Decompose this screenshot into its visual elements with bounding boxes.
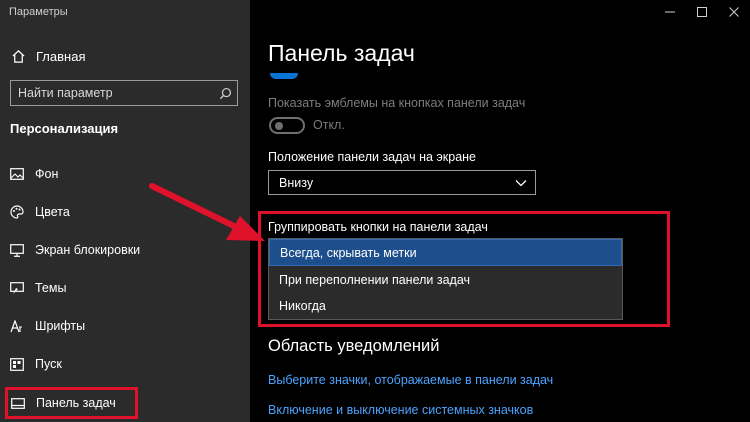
app-title: Параметры — [9, 6, 68, 18]
accent-indicator — [270, 73, 298, 79]
close-button[interactable] — [718, 0, 750, 24]
dropdown-option-always[interactable]: Всегда, скрывать метки — [269, 239, 622, 266]
sidebar-item-label: Цвета — [35, 205, 70, 219]
badges-toggle-state: Откл. — [313, 118, 345, 132]
notification-area-title: Область уведомлений — [268, 337, 440, 355]
search-box[interactable] — [10, 80, 238, 106]
close-icon — [729, 7, 739, 17]
maximize-icon — [697, 7, 707, 17]
sidebar-item-home[interactable]: Главная — [10, 46, 85, 66]
page-title: Панель задач — [268, 40, 415, 66]
sidebar-item-label: Фон — [35, 167, 59, 181]
dropdown-option-never[interactable]: Никогда — [269, 293, 622, 318]
sidebar-item-start[interactable]: Пуск — [10, 353, 62, 375]
sidebar-item-label: Пуск — [35, 357, 62, 371]
chevron-down-icon — [515, 179, 527, 186]
brush-icon — [10, 281, 24, 295]
search-icon[interactable] — [213, 81, 237, 105]
group-dropdown-list[interactable]: Всегда, скрывать метки При переполнении … — [268, 238, 623, 320]
sidebar-item-label: Экран блокировки — [35, 243, 141, 257]
badges-setting-label: Показать эмблемы на кнопках панели задач — [268, 96, 526, 110]
taskbar-icon — [11, 396, 25, 410]
minimize-icon — [665, 11, 675, 13]
minimize-button[interactable] — [654, 0, 686, 24]
font-icon — [10, 319, 24, 333]
select-icons-link[interactable]: Выберите значки, отображаемые в панели з… — [268, 373, 553, 387]
sidebar-item-label: Шрифты — [35, 319, 86, 333]
window-controls — [654, 0, 750, 24]
toggle-knob — [275, 122, 283, 130]
picture-icon — [10, 167, 24, 181]
sidebar-item-label: Панель задач — [36, 396, 116, 410]
sidebar: Параметры Главная Персонализация Фон Цве… — [0, 0, 250, 422]
group-setting-label: Группировать кнопки на панели задач — [268, 220, 488, 234]
sidebar-item-taskbar[interactable]: Панель задач — [5, 387, 138, 419]
sidebar-item-background[interactable]: Фон — [10, 163, 58, 185]
sidebar-item-colors[interactable]: Цвета — [10, 201, 70, 223]
section-title: Персонализация — [10, 121, 119, 136]
badges-toggle[interactable] — [269, 117, 305, 134]
position-setting-label: Положение панели задач на экране — [268, 150, 477, 164]
dropdown-option-overflow[interactable]: При переполнении панели задач — [269, 267, 622, 292]
search-input[interactable] — [11, 86, 213, 100]
position-select-value: Внизу — [279, 175, 314, 190]
maximize-button[interactable] — [686, 0, 718, 24]
sidebar-item-themes[interactable]: Темы — [10, 277, 66, 299]
sidebar-item-lockscreen[interactable]: Экран блокировки — [10, 239, 140, 261]
start-icon — [10, 357, 24, 371]
palette-icon — [10, 205, 24, 219]
sidebar-item-label: Главная — [36, 48, 86, 64]
system-icons-link[interactable]: Включение и выключение системных значков — [268, 403, 533, 417]
home-icon — [10, 48, 26, 64]
sidebar-item-fonts[interactable]: Шрифты — [10, 315, 85, 337]
position-select[interactable]: Внизу — [268, 170, 536, 195]
sidebar-item-label: Темы — [35, 281, 67, 295]
monitor-icon — [10, 243, 24, 257]
